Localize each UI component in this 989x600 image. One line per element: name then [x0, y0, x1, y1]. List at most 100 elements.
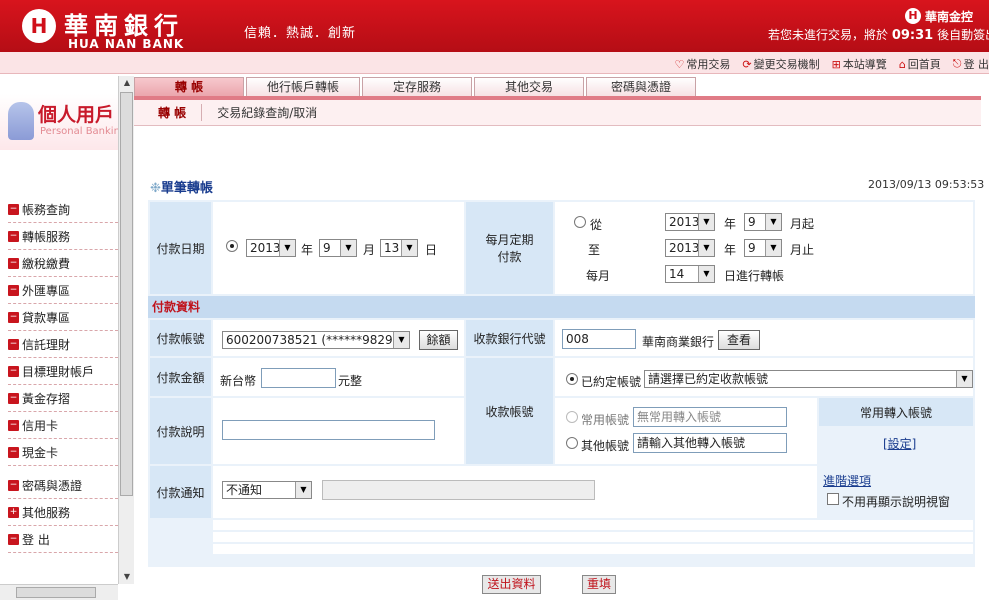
page-datetime: 2013/09/13 09:53:53 [868, 178, 985, 191]
bank-logo-icon[interactable]: H [22, 9, 56, 43]
scroll-up-icon[interactable]: ▲ [119, 76, 135, 90]
common-account-radio[interactable] [566, 411, 578, 423]
sitemap-icon: ⊞ [831, 57, 841, 71]
amount-unit: 元整 [338, 374, 363, 388]
notify-detail-input[interactable] [322, 480, 595, 500]
collapse-icon: − [8, 419, 19, 431]
balance-button[interactable]: 餘額 [419, 330, 458, 350]
sidebar-item-transfer[interactable]: − 轉帳服務 [8, 223, 118, 250]
sidebar-item-account-inquiry[interactable]: − 帳務查詢 [8, 196, 118, 223]
collapse-icon: − [8, 311, 19, 323]
unit-day: 日 [425, 243, 438, 257]
sidebar-item-forex[interactable]: − 外匯專區 [8, 277, 118, 304]
submit-button[interactable]: 送出資料 [482, 575, 541, 594]
other-account-radio[interactable] [566, 437, 578, 449]
select-value: 9 [748, 215, 756, 229]
other-account-input[interactable]: 請輸入其他轉入帳號 [633, 433, 787, 453]
sidebar-item-password[interactable]: − 密碼與憑證 [8, 472, 118, 499]
select-value: 2013 [669, 215, 700, 229]
chevron-down-icon: ▼ [698, 266, 714, 282]
sidebar-item-label: 信用卡 [22, 418, 59, 433]
select-value: 請選擇已約定收款帳號 [648, 372, 769, 386]
every-suffix: 日進行轉帳 [724, 269, 785, 283]
pay-account-select[interactable]: 600200738521 (******9829) ▼ [222, 331, 410, 349]
every-day-select[interactable]: 14 ▼ [665, 265, 715, 283]
pay-year-select[interactable]: 2013 ▼ [246, 239, 296, 257]
bank-code-input[interactable]: 008 [562, 329, 636, 349]
agreed-account-select[interactable]: 請選擇已約定收款帳號 ▼ [644, 370, 973, 388]
pay-date-radio[interactable] [226, 240, 238, 252]
scroll-thumb[interactable] [120, 92, 133, 496]
sidebar-item-logout[interactable]: − 登 出 [8, 526, 118, 553]
sidebar-item-label: 現金卡 [22, 445, 59, 460]
every-month-label: 每月 [586, 269, 611, 283]
amount-input[interactable] [261, 368, 336, 388]
sidebar-item-label: 繳稅繳費 [22, 256, 71, 271]
monthly-radio[interactable] [574, 216, 586, 228]
pay-month-select[interactable]: 9 ▼ [319, 239, 357, 257]
tab-time-deposit[interactable]: 定存服務 [362, 77, 472, 97]
subtab-record-query[interactable]: 交易紀錄查詢/取消 [202, 104, 332, 121]
collapse-icon: − [8, 533, 19, 545]
expand-icon: + [8, 506, 19, 518]
tab-password-certificate[interactable]: 密碼與憑證 [586, 77, 696, 97]
scroll-thumb[interactable] [16, 587, 96, 598]
agreed-account-radio[interactable] [566, 373, 578, 385]
sidebar-item-trust[interactable]: − 信託理財 [8, 331, 118, 358]
sidebar-item-tax-payment[interactable]: − 繳稅繳費 [8, 250, 118, 277]
sidebar-horizontal-scrollbar[interactable] [0, 584, 118, 600]
no-show-checkbox[interactable] [827, 493, 839, 505]
personal-banking-banner: 個人用戶 Personal Banking [0, 94, 118, 150]
other-account-label: 其他帳號 [581, 439, 630, 453]
bank-name-cn: 華南銀行 [64, 12, 184, 40]
from-month-select[interactable]: 9 ▼ [744, 213, 782, 231]
sidebar-item-loans[interactable]: − 貸款專區 [8, 304, 118, 331]
collapse-icon: − [8, 284, 19, 296]
sidebar-item-label: 外匯專區 [22, 283, 71, 298]
scroll-down-icon[interactable]: ▼ [119, 570, 135, 584]
common-account-input[interactable]: 無常用轉入帳號 [633, 407, 787, 427]
sidebar-item-other-services[interactable]: + 其他服務 [8, 499, 118, 526]
auto-logout-message: 若您未進行交易，將於 09:31 後自動簽出 [768, 26, 989, 43]
tab-transfer[interactable]: 轉 帳 [134, 77, 244, 97]
link-home[interactable]: ⌂ 回首頁 [899, 56, 941, 72]
sidebar-vertical-scrollbar[interactable]: ▲ ▼ [118, 76, 134, 584]
tab-other-bank-transfer[interactable]: 他行帳戶轉帳 [246, 77, 360, 97]
subtab-transfer[interactable]: 轉 帳 [134, 104, 203, 121]
set-common-link[interactable]: [設定] [883, 435, 916, 452]
personal-title: 個人用戶 [38, 104, 115, 126]
tab-other-transactions[interactable]: 其他交易 [474, 77, 584, 97]
amount-label: 付款金額 [150, 358, 211, 396]
monthly-label: 每月定期 付款 [466, 202, 553, 294]
memo-input[interactable] [222, 420, 435, 440]
pay-day-select[interactable]: 13 ▼ [380, 239, 418, 257]
to-suffix: 月止 [790, 243, 815, 257]
advanced-options-link[interactable]: 進階選項 [823, 472, 871, 489]
chevron-down-icon: ▼ [765, 214, 781, 230]
chevron-down-icon: ▼ [698, 240, 714, 256]
no-show-label: 不用再顯示說明視窗 [842, 495, 951, 509]
collapse-icon: − [8, 479, 19, 491]
unit-year: 年 [301, 243, 314, 257]
link-logout[interactable]: ⎋ 登 出 [953, 56, 989, 72]
link-common-trans[interactable]: ♡ 常用交易 [675, 56, 731, 72]
sidebar-item-label: 目標理財帳戶 [22, 364, 95, 379]
to-month-select[interactable]: 9 ▼ [744, 239, 782, 257]
view-bank-button[interactable]: 查看 [718, 330, 760, 350]
link-site-guide[interactable]: ⊞ 本站導覽 [832, 56, 887, 72]
home-icon: ⌂ [898, 57, 906, 71]
from-year-select[interactable]: 2013 ▼ [665, 213, 715, 231]
select-value: 9 [323, 241, 331, 255]
bank-name-en: HUA NAN BANK [68, 37, 185, 51]
to-year-select[interactable]: 2013 ▼ [665, 239, 715, 257]
sidebar-item-target-account[interactable]: − 目標理財帳戶 [8, 358, 118, 385]
sidebar-item-gold[interactable]: − 黃金存摺 [8, 385, 118, 412]
group-name: 華南金控 [925, 10, 974, 24]
collapse-icon: − [8, 365, 19, 377]
notify-select[interactable]: 不通知 ▼ [222, 481, 312, 499]
sidebar-item-credit-card[interactable]: − 信用卡 [8, 412, 118, 439]
link-change-mechanism[interactable]: ⟳ 變更交易機制 [742, 56, 819, 72]
sidebar-item-cash-card[interactable]: − 現金卡 [8, 439, 118, 466]
group-logo-icon: H [905, 8, 921, 24]
reset-button[interactable]: 重填 [582, 575, 616, 594]
